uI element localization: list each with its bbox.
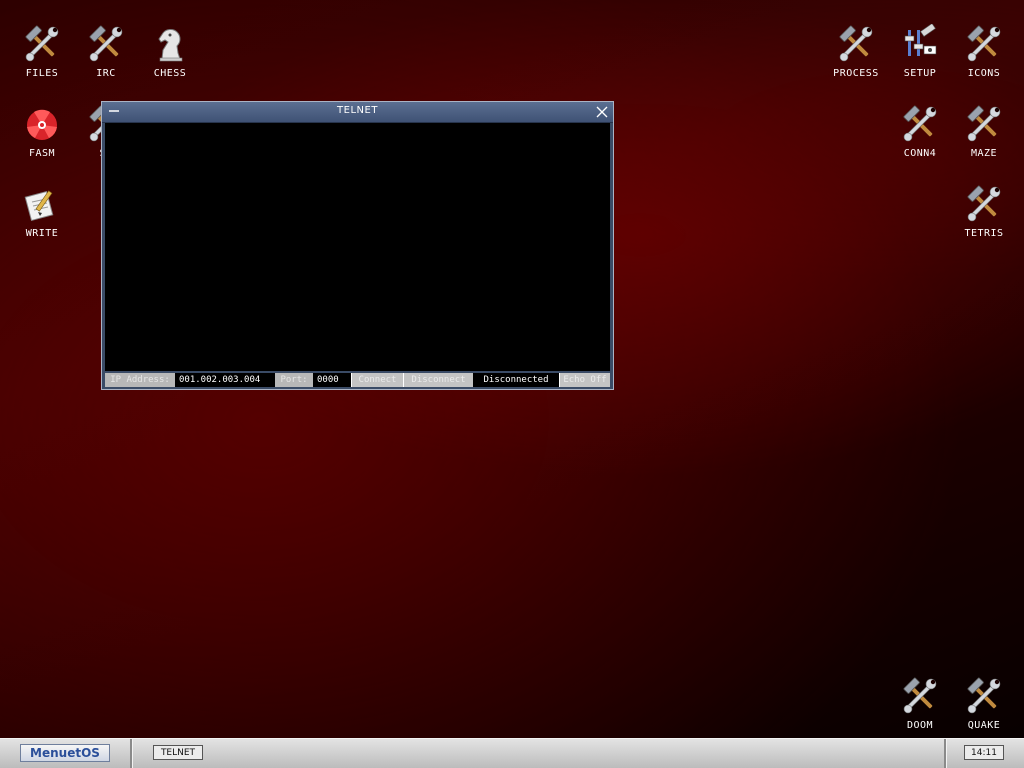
chess-knight-icon [150, 24, 190, 64]
desktop-icon-chess[interactable]: CHESS [138, 24, 202, 94]
window-titlebar[interactable]: TELNET [102, 102, 613, 123]
ip-address-label: IP Address: [105, 373, 175, 387]
taskbar-divider [130, 739, 133, 768]
desktop-icon-label: DOOM [906, 720, 934, 731]
desktop-icon-write[interactable]: WRITE [10, 184, 74, 254]
desktop-icon-fasm[interactable]: FASM [10, 104, 74, 174]
tools-icon [900, 104, 940, 144]
echo-toggle-button[interactable]: Echo Off [559, 373, 610, 387]
desktop-icon-maze[interactable]: MAZE [952, 104, 1016, 174]
desktop-icon-process[interactable]: PROCESS [824, 24, 888, 94]
write-icon [22, 184, 62, 224]
desktop-icon-quake[interactable]: QUAKE [952, 676, 1016, 746]
terminal-output[interactable] [105, 123, 610, 371]
tools-icon [836, 24, 876, 64]
desktop-icon-label: WRITE [25, 228, 59, 239]
desktop-icon-label: SETUP [903, 68, 937, 79]
telnet-window[interactable]: TELNET IP Address: 001.002.003.004 Port:… [101, 101, 614, 390]
port-label: Port: [275, 373, 313, 387]
ip-address-field[interactable]: 001.002.003.004 [175, 373, 275, 387]
desktop-icon-label: QUAKE [967, 720, 1001, 731]
desktop-icon-label: PROCESS [833, 68, 879, 79]
start-menu-button[interactable]: MenuetOS [20, 744, 110, 762]
fasm-icon [22, 104, 62, 144]
desktop-icon-doom[interactable]: DOOM [888, 676, 952, 746]
desktop-icon-label: FASM [28, 148, 56, 159]
desktop-icon-label: FILES [25, 68, 59, 79]
desktop-icon-label: IRC [96, 68, 116, 79]
desktop-icon-icons[interactable]: ICONS [952, 24, 1016, 94]
taskbar-divider [944, 739, 947, 768]
desktop-icon-setup[interactable]: SETUP [888, 24, 952, 94]
desktop-icon-files[interactable]: FILES [10, 24, 74, 94]
desktop-icon-label: CHESS [153, 68, 187, 79]
window-title: TELNET [337, 105, 378, 116]
connection-status: Disconnected [473, 373, 559, 387]
clock: 14:11 [964, 745, 1004, 760]
desktop-icon-label: TETRIS [964, 228, 1004, 239]
setup-icon [900, 24, 940, 64]
close-icon[interactable] [595, 105, 609, 119]
tools-icon [964, 184, 1004, 224]
disconnect-button[interactable]: Disconnect [403, 373, 473, 387]
taskbar-item-telnet[interactable]: TELNET [153, 745, 203, 760]
tools-icon [964, 24, 1004, 64]
desktop-icon-irc[interactable]: IRC [74, 24, 138, 94]
telnet-status-bar: IP Address: 001.002.003.004 Port: 0000 C… [105, 373, 610, 387]
taskbar: MenuetOS TELNET 14:11 [0, 738, 1024, 768]
desktop-icon-label: MAZE [970, 148, 998, 159]
desktop-icon-label: ICONS [967, 68, 1001, 79]
desktop-icon-conn4[interactable]: CONN4 [888, 104, 952, 174]
tools-icon [86, 24, 126, 64]
desktop-icon-tetris[interactable]: TETRIS [952, 184, 1016, 254]
connect-button[interactable]: Connect [351, 373, 403, 387]
tools-icon [964, 676, 1004, 716]
tools-icon [964, 104, 1004, 144]
desktop-icon-label: CONN4 [903, 148, 937, 159]
tools-icon [22, 24, 62, 64]
port-field[interactable]: 0000 [313, 373, 351, 387]
tools-icon [900, 676, 940, 716]
